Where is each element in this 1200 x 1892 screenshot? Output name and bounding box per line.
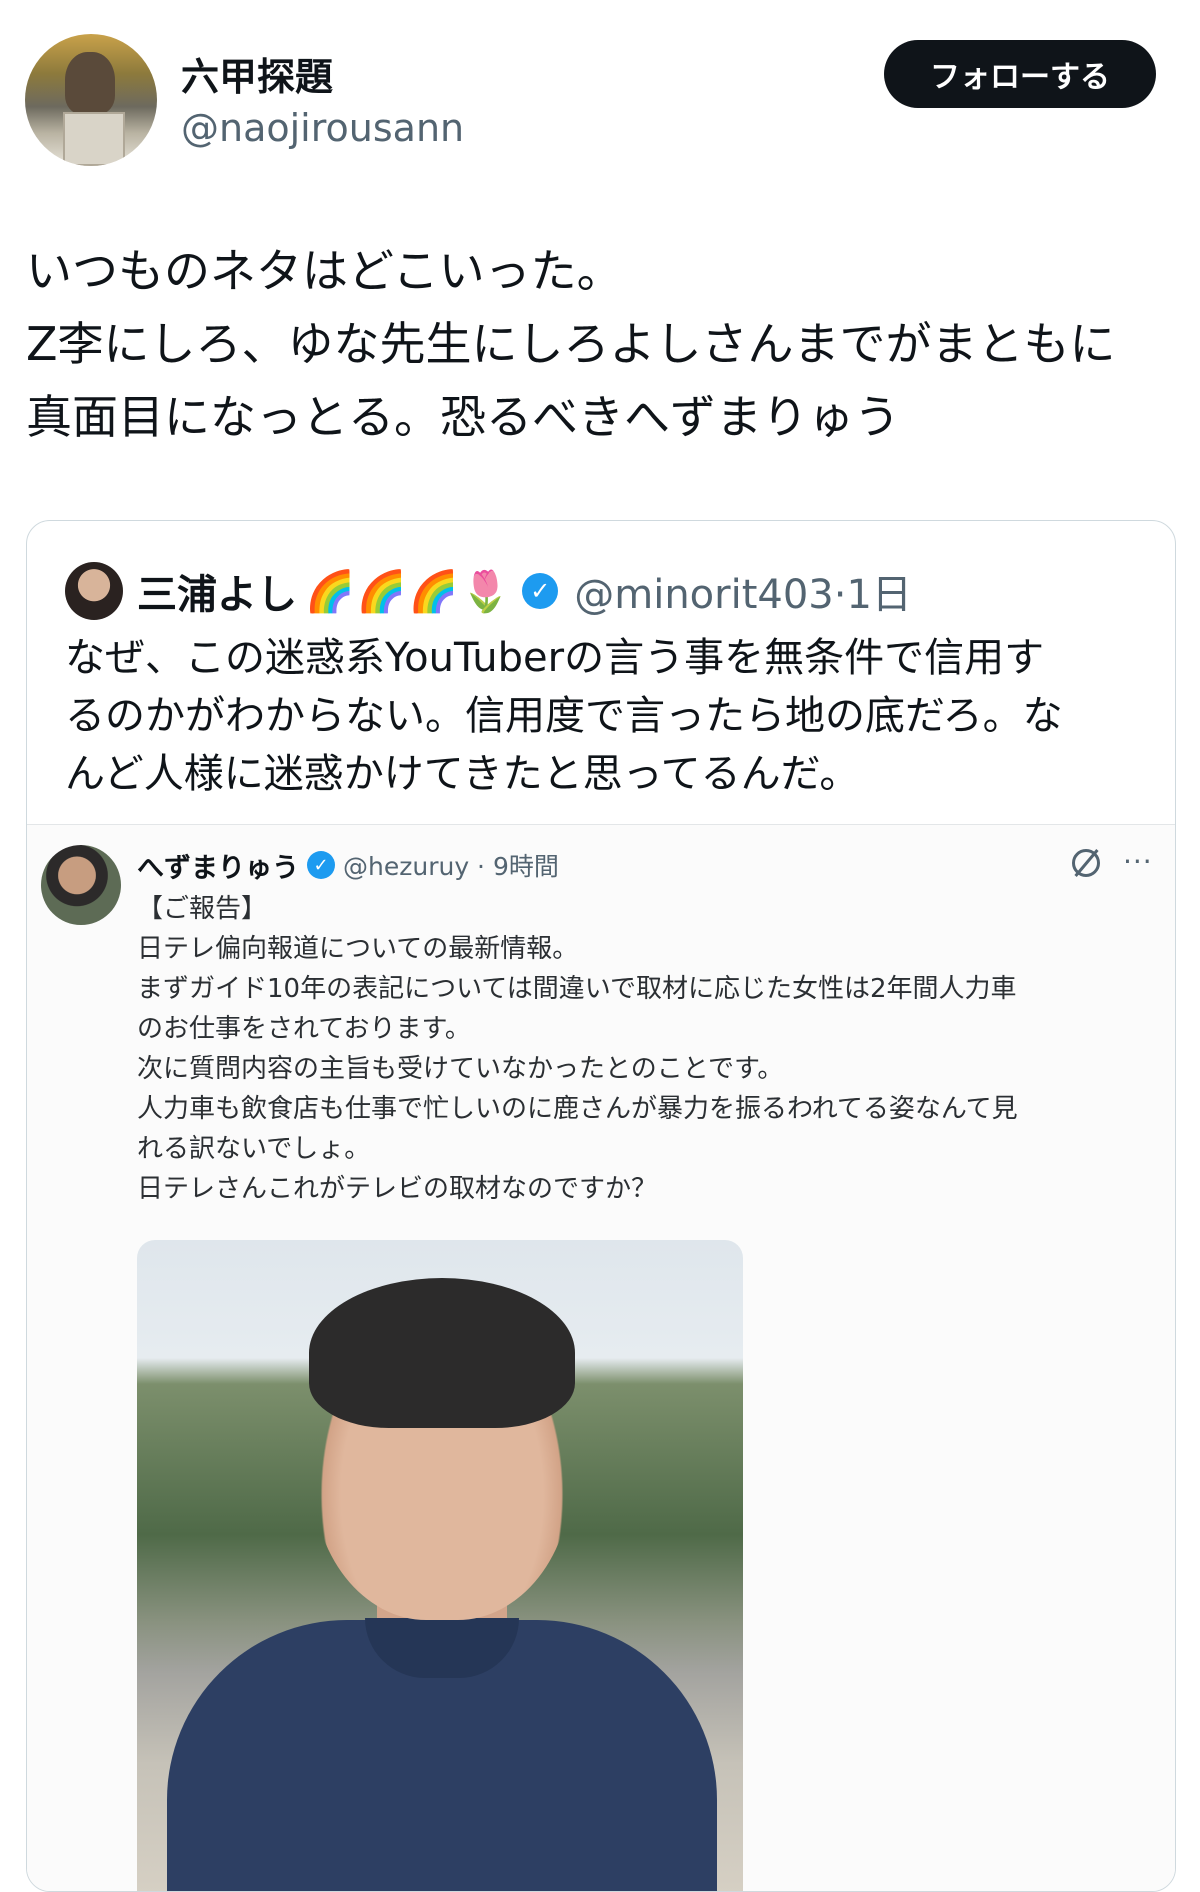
quoted-author-handle-time[interactable]: @minorit403·1日: [574, 562, 912, 620]
rainbow-emoji: 🌈: [305, 568, 355, 615]
tweet-text-line: いつものネタはどこいった。: [26, 244, 623, 298]
quoted-tweet-card[interactable]: 三浦よし 🌈 🌈 🌈 🌷 ✓ @minorit403·1日 なぜ、この迷惑系Yo…: [26, 520, 1176, 1892]
embedded-text-line: 人力車も飲食店も仕事で忙しいのに鹿さんが暴力を振るわれてる姿なんて見: [137, 1094, 1018, 1124]
verified-badge-icon: ✓: [522, 573, 559, 609]
embedded-tweet-text: 【ご報告】 日テレ偏向報道についての最新情報。 まずガイド10年の表記については…: [137, 889, 1167, 1209]
tweet-text-line: Z李にしろ、ゆな先生にしろよしさんまでがまともに: [26, 317, 1116, 371]
embedded-author-name: へずまりゅう: [137, 852, 299, 884]
photo-hair: [309, 1278, 575, 1428]
tweet-text-line: 真面目になっとる。恐るべきへずまりゅう: [26, 390, 900, 444]
tweet-text: いつものネタはどこいった。 Z李にしろ、ゆな先生にしろよしさんまでがまともに 真…: [26, 235, 1166, 454]
avatar-statue-pedestal: [63, 112, 125, 166]
embedded-text-line: 日テレ偏向報道についての最新情報。: [137, 934, 579, 964]
author-display-name[interactable]: 六甲探題: [181, 46, 333, 101]
grok-icon: [1072, 849, 1100, 877]
quoted-tweet-header: 三浦よし 🌈 🌈 🌈 🌷 ✓ @minorit403·1日: [65, 559, 912, 623]
quoted-author-avatar[interactable]: [65, 562, 123, 620]
rainbow-emoji: 🌈: [408, 568, 459, 615]
follow-button[interactable]: フォローする: [884, 40, 1156, 108]
author-handle[interactable]: @naojirousann: [181, 106, 464, 150]
embedded-text-line: のお仕事をされております。: [137, 1014, 471, 1044]
quoted-tweet-text: なぜ、この迷惑系YouTuberの言う事を無条件で信用す るのかがわからない。信…: [65, 629, 1145, 803]
embedded-text-line: 【ご報告】: [137, 894, 268, 924]
embedded-text-line: 日テレさんこれがテレビの取材なのですか？: [137, 1174, 658, 1204]
embedded-author-avatar: [41, 845, 121, 925]
embedded-text-line: れる訳ないでしょ。: [137, 1134, 371, 1164]
tulip-emoji: 🌷: [460, 568, 511, 615]
embedded-tweet-screenshot[interactable]: へずまりゅう ✓ @hezuruy · 9時間 ··· 【ご報告】 日テレ偏向報…: [27, 824, 1175, 1891]
author-avatar[interactable]: [25, 34, 157, 166]
quoted-text-line: なぜ、この迷惑系YouTuberの言う事を無条件で信用す: [65, 635, 1045, 681]
quoted-text-line: るのかがわからない。信用度で言ったら地の底だろ。な: [65, 693, 1063, 739]
embedded-author-meta: @hezuruy · 9時間: [343, 852, 559, 881]
more-options-icon: ···: [1123, 845, 1153, 878]
embedded-text-line: まずガイド10年の表記については間違いで取材に応じた女性は2年間人力車: [137, 974, 1017, 1004]
embedded-photo: [137, 1240, 743, 1891]
rainbow-emoji: 🌈: [356, 568, 407, 615]
embedded-text-line: 次に質問内容の主旨も受けていなかったとのことです。: [137, 1054, 784, 1084]
quoted-author-name[interactable]: 三浦よし: [137, 562, 297, 620]
avatar-statue-bust: [65, 52, 115, 114]
embedded-tweet-header: へずまりゅう ✓ @hezuruy · 9時間: [137, 841, 559, 889]
verified-badge-icon: ✓: [307, 851, 335, 879]
quoted-text-line: んど人様に迷惑かけてきたと思ってるんだ。: [65, 751, 860, 797]
